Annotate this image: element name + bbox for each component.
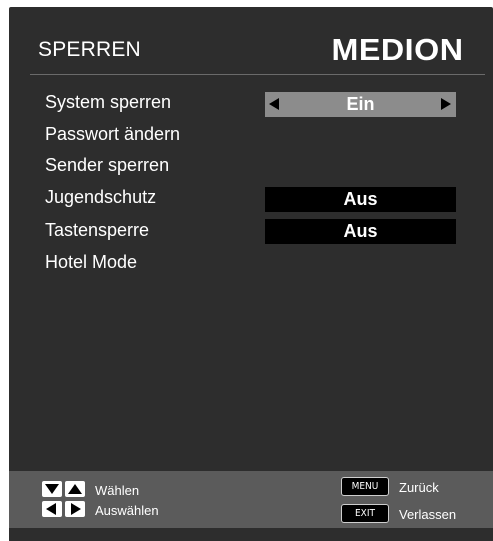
brand-logo: MEDION — [331, 32, 464, 67]
menu-item-jugendschutz[interactable]: Jugendschutz — [45, 187, 156, 208]
footer-choose-label: Auswählen — [95, 503, 159, 518]
header: SPERREN MEDION — [9, 7, 493, 77]
footer-exit-label: Verlassen — [399, 507, 457, 522]
footer-select-label: Wählen — [95, 483, 140, 498]
menu-item-hotel-mode[interactable]: Hotel Mode — [45, 252, 137, 273]
arrow-right-icon[interactable] — [441, 98, 451, 110]
page-title: SPERREN — [38, 38, 141, 61]
footer-bar: Wählen Auswählen MENU Zurück EXIT Verlas… — [9, 471, 493, 528]
down-key-icon — [42, 481, 62, 497]
jugendschutz-value[interactable]: Aus — [265, 187, 456, 212]
menu-item-passwort-aendern[interactable]: Passwort ändern — [45, 124, 180, 145]
menu-key-button[interactable]: MENU — [341, 477, 389, 496]
arrow-left-icon[interactable] — [269, 98, 279, 110]
tastensperre-value[interactable]: Aus — [265, 219, 456, 244]
up-key-icon — [65, 481, 85, 497]
system-sperren-value-text: Ein — [346, 94, 375, 114]
exit-key-button[interactable]: EXIT — [341, 504, 389, 523]
left-key-icon — [42, 501, 62, 517]
menu-item-system-sperren[interactable]: System sperren — [45, 92, 171, 113]
menu-item-sender-sperren[interactable]: Sender sperren — [45, 155, 169, 176]
menu-item-tastensperre[interactable]: Tastensperre — [45, 220, 149, 241]
system-sperren-value[interactable]: Ein — [265, 92, 456, 117]
right-key-icon — [65, 501, 85, 517]
header-divider — [30, 74, 485, 75]
footer-back-label: Zurück — [399, 480, 439, 495]
osd-panel: SPERREN MEDION System sperren Ein Passwo… — [9, 7, 493, 541]
